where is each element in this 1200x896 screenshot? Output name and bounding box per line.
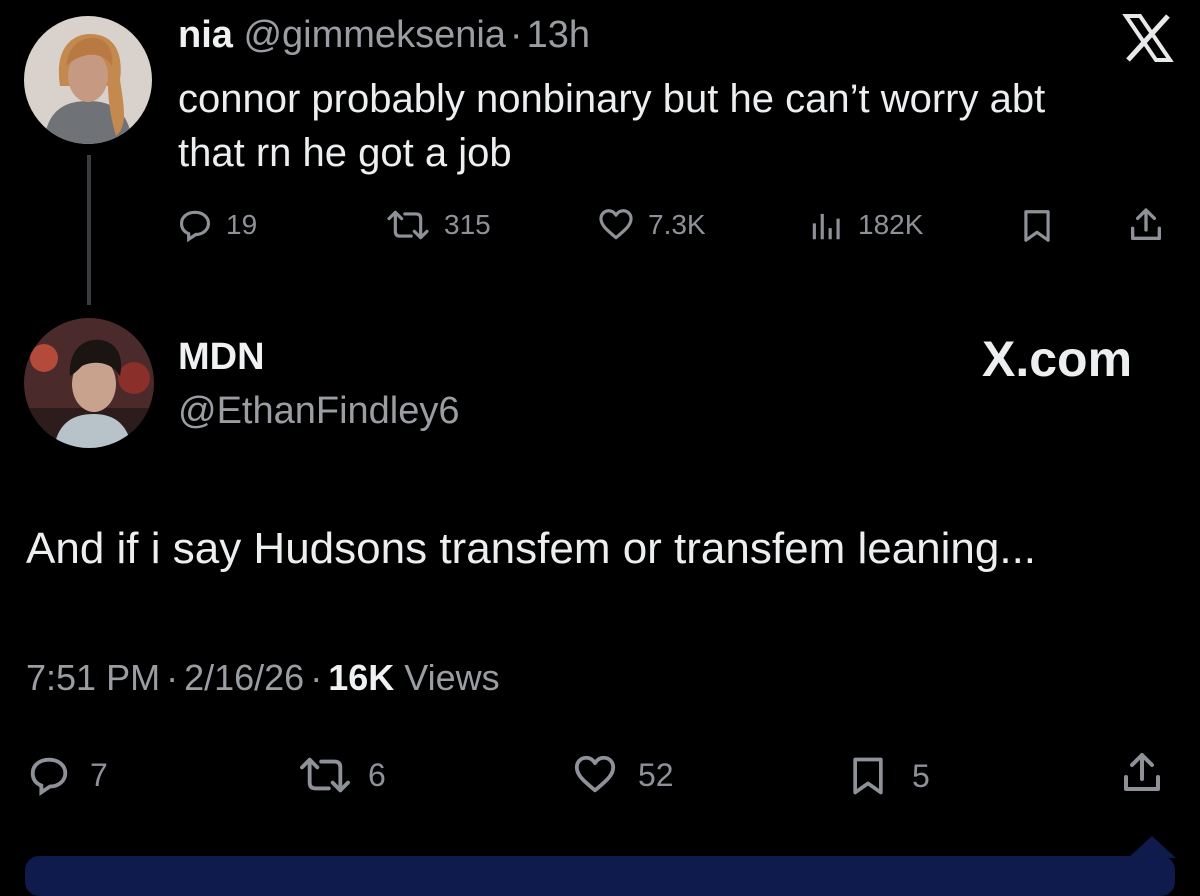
- quoted-separator: ·: [509, 14, 523, 56]
- main-date[interactable]: 2/16/26: [184, 657, 304, 698]
- main-repost-count: 6: [368, 756, 386, 793]
- thread-line: [87, 155, 91, 305]
- main-handle[interactable]: @EthanFindley6: [178, 390, 460, 433]
- quoted-text-line-1: connor probably nonbinary but he can’t w…: [178, 77, 1046, 121]
- quoted-repost-count: 315: [444, 209, 491, 240]
- repost-icon: [384, 206, 432, 244]
- brand-watermark: X.com: [982, 331, 1133, 387]
- reply-icon: [176, 206, 214, 244]
- main-repost-button[interactable]: 6: [296, 752, 386, 798]
- bottom-bar[interactable]: [25, 856, 1175, 896]
- quoted-reply-count: 19: [226, 209, 258, 240]
- bottom-bar-notch: [1128, 836, 1176, 858]
- main-bookmark-button[interactable]: 5: [846, 752, 930, 800]
- quoted-time[interactable]: 13h: [527, 14, 590, 56]
- main-view-count: 16K: [328, 657, 395, 698]
- avatar-mdn[interactable]: [24, 318, 154, 448]
- meta-separator-1: ·: [166, 657, 179, 698]
- main-like-button[interactable]: 52: [570, 752, 674, 798]
- quoted-text-line-2: that rn he got a job: [178, 131, 512, 175]
- bookmark-icon: [846, 752, 890, 800]
- main-display-name[interactable]: MDN: [178, 336, 265, 379]
- quoted-handle[interactable]: @gimmeksenia: [243, 14, 505, 56]
- main-tweet-text: And if i say Hudsons transfem or transfe…: [26, 524, 1037, 573]
- quoted-display-name[interactable]: nia: [178, 14, 233, 56]
- bookmark-icon[interactable]: [1018, 206, 1056, 251]
- quoted-like-button[interactable]: 7.3K: [596, 206, 706, 244]
- quoted-reply-button[interactable]: 19: [176, 206, 257, 244]
- share-icon[interactable]: [1126, 204, 1166, 251]
- main-bookmark-count: 5: [912, 757, 930, 794]
- x-logo-icon[interactable]: [1122, 12, 1174, 64]
- quoted-header: nia @gimmeksenia · 13h: [178, 14, 590, 57]
- repost-icon: [296, 752, 354, 798]
- quoted-text: connor probably nonbinary but he can’t w…: [178, 72, 1045, 180]
- main-meta: 7:51 PM · 2/16/26 · 16K Views: [26, 657, 500, 699]
- main-views-label: Views: [404, 657, 500, 698]
- main-reply-button[interactable]: 7: [26, 752, 108, 798]
- main-like-count: 52: [638, 756, 674, 793]
- quoted-views-button[interactable]: 182K: [808, 206, 923, 244]
- analytics-icon: [808, 206, 846, 244]
- meta-separator-2: ·: [310, 657, 323, 698]
- quoted-like-count: 7.3K: [648, 209, 706, 240]
- quoted-repost-button[interactable]: 315: [384, 206, 491, 244]
- share-icon[interactable]: [1118, 748, 1166, 803]
- main-time[interactable]: 7:51 PM: [26, 657, 160, 698]
- quoted-views-count: 182K: [858, 209, 924, 240]
- reply-icon: [26, 752, 72, 798]
- heart-icon: [570, 752, 620, 798]
- heart-icon: [596, 206, 636, 244]
- avatar-nia[interactable]: [24, 16, 152, 144]
- main-reply-count: 7: [90, 756, 108, 793]
